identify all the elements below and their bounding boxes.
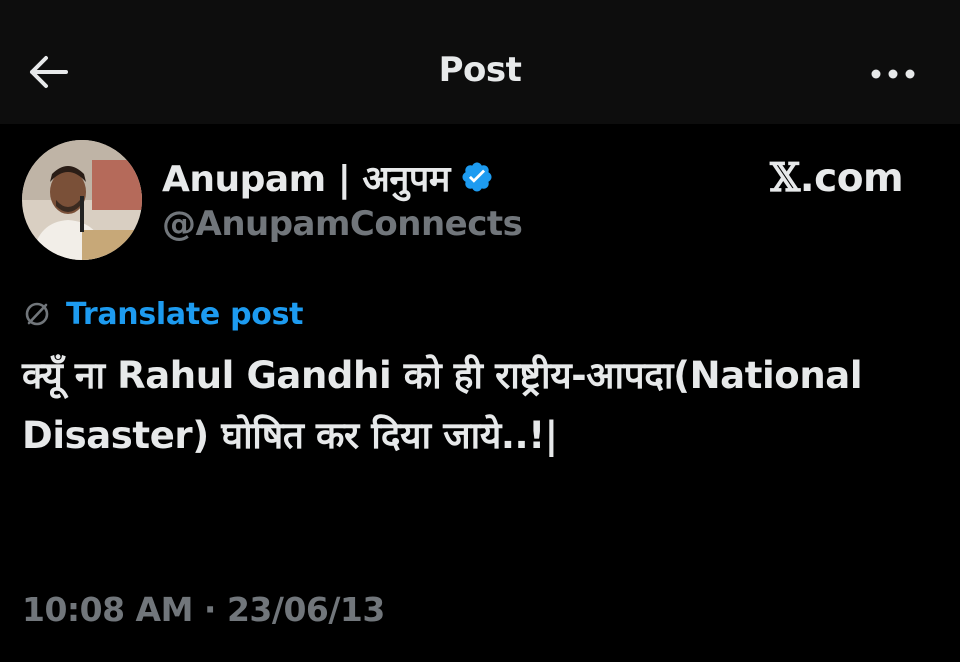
- post-timestamp: 10:08 AM · 23/06/13: [22, 590, 385, 629]
- translate-post-link[interactable]: Translate post: [22, 294, 303, 334]
- meta-separator: ·: [203, 590, 217, 629]
- x-logo-icon: 𝕏: [770, 155, 800, 201]
- more-horizontal-icon: [870, 65, 916, 84]
- watermark-domain: .com: [799, 156, 904, 201]
- author-handle[interactable]: @AnupamConnects: [162, 204, 523, 244]
- post-time: 10:08 AM: [22, 590, 193, 629]
- more-options-button[interactable]: [862, 54, 924, 94]
- page-title: Post: [438, 50, 522, 90]
- author-display-name[interactable]: Anupam | अनुपम: [162, 153, 450, 202]
- globe-icon: [22, 299, 52, 329]
- author-name-row: Anupam | अनुपम: [162, 153, 494, 201]
- profile-photo: [22, 140, 142, 260]
- verified-badge-icon: [460, 160, 494, 194]
- post-date: 23/06/13: [226, 590, 385, 629]
- x-com-watermark: 𝕏.com: [770, 155, 904, 201]
- post-body-text: क्यूँ ना Rahul Gandhi को ही राष्ट्रीय-आप…: [22, 354, 863, 457]
- translate-post-label: Translate post: [66, 296, 304, 332]
- avatar[interactable]: [22, 140, 142, 260]
- top-navigation-bar: Post: [0, 0, 960, 124]
